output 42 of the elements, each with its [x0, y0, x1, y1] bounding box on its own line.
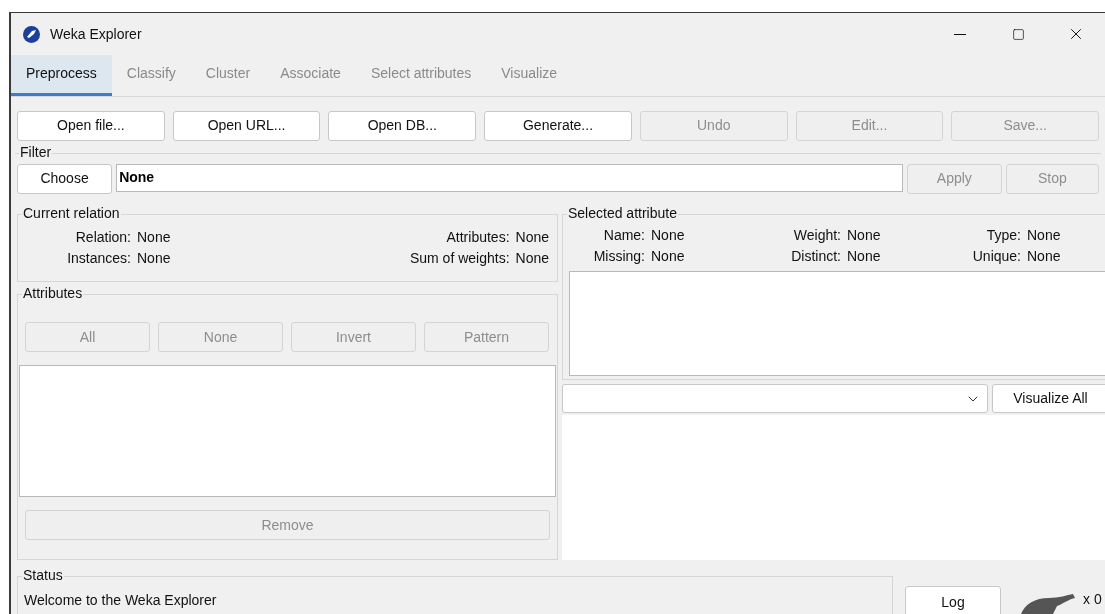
status-message: Welcome to the Weka Explorer [24, 591, 217, 610]
toolbar-button[interactable]: Open DB... [328, 110, 477, 141]
visualize-all-button[interactable]: Visualize All [992, 384, 1105, 414]
field-label: Type: [985, 226, 1021, 246]
maximize-icon [1011, 27, 1025, 41]
field-value: None [137, 249, 171, 269]
tab[interactable]: Select attributes [355, 55, 487, 96]
class-dropdown[interactable] [562, 384, 988, 414]
choose-button[interactable]: Choose [17, 163, 113, 194]
field-label: Attributes: [445, 228, 510, 248]
tab[interactable]: Visualize [486, 55, 573, 96]
attribute-list[interactable] [19, 365, 556, 498]
field-label: Sum of weights: [408, 249, 510, 269]
field-value: None [1027, 226, 1061, 246]
worker-count: x 0 [1083, 590, 1102, 609]
field-label: Relation: [74, 228, 131, 248]
field-value: None [651, 247, 685, 267]
tab[interactable]: Associate [265, 55, 356, 96]
field-label: Name: [602, 226, 645, 246]
toolbar-button[interactable]: Generate... [484, 110, 632, 141]
toolbar-button[interactable]: Open URL... [172, 110, 321, 141]
field-value: None [847, 226, 881, 246]
app-logo-icon [23, 25, 40, 43]
field-label: Instances: [66, 249, 131, 269]
tab[interactable]: Preprocess [11, 55, 112, 96]
field-value: None [137, 228, 171, 248]
field-value: None [1027, 247, 1061, 267]
window-title: Weka Explorer [50, 24, 142, 44]
filter-field[interactable]: None [116, 163, 903, 192]
field-value: None [515, 249, 549, 269]
field-value: None [651, 226, 685, 246]
toolbar-button[interactable]: Open file... [17, 110, 165, 141]
tab[interactable]: Classify [111, 55, 191, 96]
field-label: Weight: [792, 226, 841, 246]
field-label: Missing: [592, 247, 645, 267]
field-value: None [515, 228, 549, 248]
field-label: Unique: [971, 247, 1021, 267]
field-value: None [847, 247, 881, 267]
minimize-icon [954, 33, 966, 35]
tab[interactable]: Cluster [190, 55, 266, 96]
log-button[interactable]: Log [905, 586, 1001, 614]
field-label: Distinct: [790, 247, 841, 267]
